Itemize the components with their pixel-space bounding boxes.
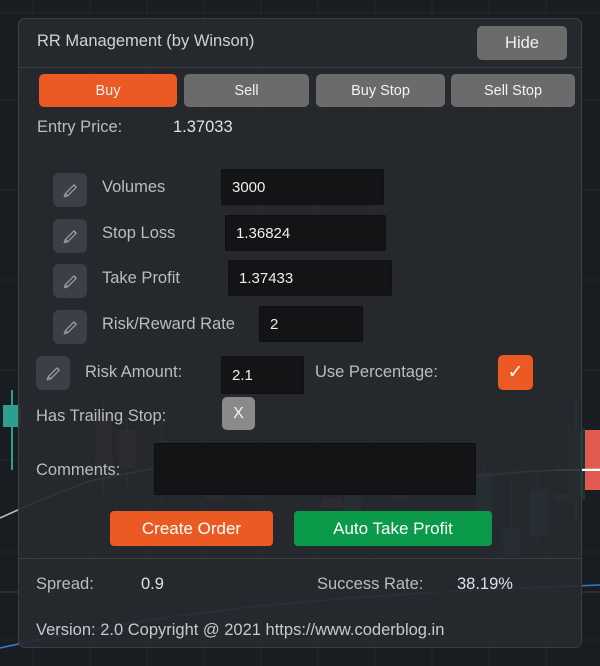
hide-button[interactable]: Hide bbox=[477, 26, 567, 60]
spread-label: Spread: bbox=[36, 575, 94, 593]
order-type-buy-stop-button[interactable]: Buy Stop bbox=[316, 74, 445, 107]
take-profit-row: Take Profit bbox=[19, 260, 581, 304]
pencil-icon-take-profit[interactable] bbox=[53, 264, 87, 298]
comments-row: Comments: bbox=[19, 443, 581, 507]
take-profit-label: Take Profit bbox=[102, 269, 180, 287]
version-copyright-text: Version: 2.0 Copyright @ 2021 https://ww… bbox=[36, 621, 445, 639]
volumes-input[interactable] bbox=[221, 169, 384, 205]
pencil-icon-risk-amount[interactable] bbox=[36, 356, 70, 390]
stop-loss-input[interactable] bbox=[225, 215, 386, 251]
pencil-icon bbox=[62, 320, 77, 335]
page-title: RR Management (by Winson) bbox=[37, 32, 255, 50]
pencil-icon bbox=[62, 274, 77, 289]
spread-value: 0.9 bbox=[141, 575, 164, 593]
stop-loss-row: Stop Loss bbox=[19, 215, 581, 259]
use-percentage-checkbox[interactable]: ✓ bbox=[498, 355, 533, 390]
order-type-button-group: Buy Sell Buy Stop Sell Stop bbox=[19, 68, 581, 114]
order-type-sell-button[interactable]: Sell bbox=[184, 74, 309, 107]
create-order-button[interactable]: Create Order bbox=[110, 511, 273, 546]
volumes-row: Volumes bbox=[19, 169, 581, 213]
comments-label: Comments: bbox=[36, 461, 121, 479]
action-button-group: Create Order Auto Take Profit bbox=[19, 511, 581, 557]
risk-reward-rate-label: Risk/Reward Rate bbox=[102, 315, 235, 333]
success-rate-label: Success Rate: bbox=[317, 575, 424, 593]
risk-amount-row: Risk Amount: Use Percentage: ✓ bbox=[19, 352, 581, 396]
order-type-sell-stop-button[interactable]: Sell Stop bbox=[451, 74, 575, 107]
pencil-icon bbox=[62, 183, 77, 198]
entry-price-label: Entry Price: bbox=[37, 118, 123, 136]
rr-management-panel: RR Management (by Winson) Hide Buy Sell … bbox=[18, 18, 582, 648]
trailing-stop-toggle[interactable]: X bbox=[222, 397, 255, 430]
panel-footer: Spread: 0.9 Success Rate: 38.19% Version… bbox=[19, 559, 581, 647]
stop-loss-label: Stop Loss bbox=[102, 224, 176, 242]
take-profit-input[interactable] bbox=[228, 260, 392, 296]
pencil-icon-volumes[interactable] bbox=[53, 173, 87, 207]
entry-price-value: 1.37033 bbox=[173, 118, 233, 136]
comments-input[interactable] bbox=[154, 443, 476, 495]
pencil-icon bbox=[62, 229, 77, 244]
volumes-label: Volumes bbox=[102, 178, 166, 196]
use-percentage-label: Use Percentage: bbox=[315, 363, 438, 381]
trailing-stop-label: Has Trailing Stop: bbox=[36, 407, 167, 425]
pencil-icon bbox=[45, 366, 60, 381]
panel-header: RR Management (by Winson) Hide bbox=[19, 19, 581, 67]
trailing-stop-row: Has Trailing Stop: X bbox=[19, 397, 581, 441]
pencil-icon-stop-loss[interactable] bbox=[53, 219, 87, 253]
risk-reward-rate-input[interactable] bbox=[259, 306, 363, 342]
risk-reward-rate-row: Risk/Reward Rate bbox=[19, 306, 581, 350]
order-type-buy-button[interactable]: Buy bbox=[39, 74, 177, 107]
risk-amount-label: Risk Amount: bbox=[85, 363, 183, 381]
auto-take-profit-button[interactable]: Auto Take Profit bbox=[294, 511, 492, 546]
risk-amount-input[interactable] bbox=[221, 356, 304, 394]
success-rate-value: 38.19% bbox=[457, 575, 513, 593]
pencil-icon-risk-reward-rate[interactable] bbox=[53, 310, 87, 344]
